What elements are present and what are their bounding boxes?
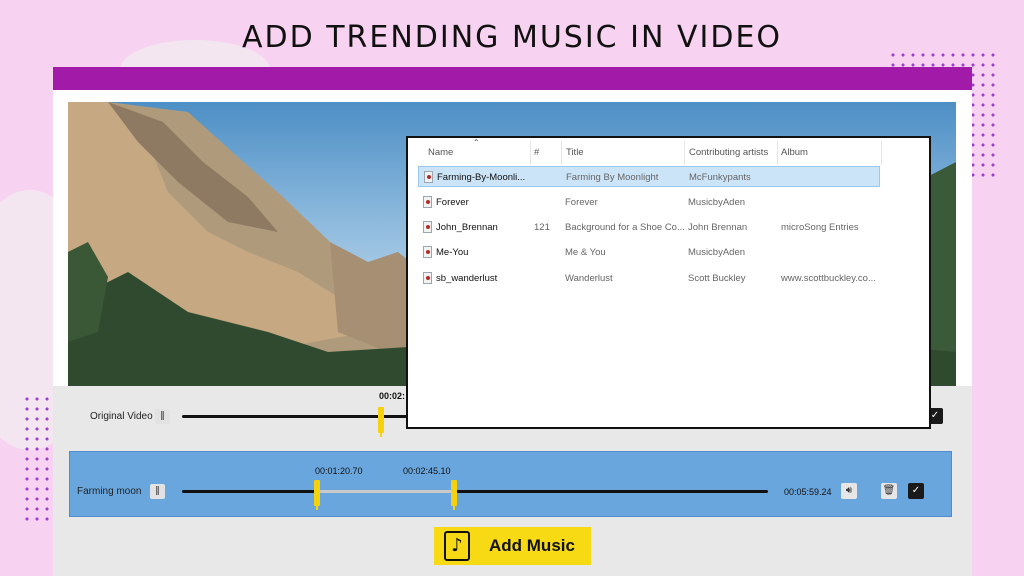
column-header-number[interactable]: #	[534, 147, 539, 158]
sort-up-icon: ⌃	[473, 138, 480, 147]
music-start-handle[interactable]	[314, 480, 320, 510]
music-file-list: Name ⌃ # Title Contributing artists Albu…	[406, 136, 931, 429]
track-title: Me & You	[565, 247, 606, 258]
track-title: Background for a Shoe Co...	[565, 222, 685, 233]
editor-title-bar	[53, 67, 972, 90]
add-music-button[interactable]: ♪ Add Music	[434, 527, 591, 565]
trash-icon[interactable]: 🗑︎	[881, 483, 897, 499]
track-artist: MusicbyAden	[688, 247, 746, 258]
track-album: www.scottbuckley.co...	[781, 273, 876, 284]
original-track-timeline[interactable]	[182, 415, 407, 418]
checkmark-icon[interactable]: ✓	[908, 483, 924, 499]
track-number: 121	[534, 222, 550, 233]
music-duration: 00:05:59.24	[784, 487, 832, 497]
audio-file-icon	[423, 246, 432, 258]
add-music-label: Add Music	[489, 536, 575, 555]
file-name: Forever	[436, 197, 469, 208]
track-artist: John Brennan	[688, 222, 748, 233]
audio-file-icon	[424, 171, 433, 183]
track-title: Forever	[565, 197, 598, 208]
column-header-title[interactable]: Title	[566, 147, 584, 158]
music-track-label: Farming moon	[77, 486, 142, 497]
original-track-label: Original Video	[90, 411, 153, 422]
track-title: Farming By Moonlight	[566, 172, 659, 183]
column-divider	[561, 141, 562, 165]
column-divider	[881, 141, 882, 165]
file-name: John_Brennan	[436, 222, 498, 233]
list-item[interactable]: Farming-By-Moonli... Farming By Moonligh…	[418, 166, 880, 187]
music-note-add-icon: ♪	[444, 531, 470, 561]
column-divider	[777, 141, 778, 165]
file-name: sb_wanderlust	[436, 273, 498, 284]
music-track: Farming moon ‖ 00:01:20.70 00:02:45.10 0…	[69, 451, 952, 517]
list-item[interactable]: sb_wanderlust Wanderlust Scott Buckley w…	[418, 268, 880, 289]
original-trim-handle[interactable]	[378, 407, 384, 437]
track-title: Wanderlust	[565, 273, 613, 284]
list-item[interactable]: John_Brennan 121 Background for a Shoe C…	[418, 217, 880, 238]
track-album: microSong Entries	[781, 222, 859, 233]
track-artist: MusicbyAden	[688, 197, 746, 208]
music-track-timeline[interactable]	[182, 490, 768, 493]
list-item[interactable]: Me-You Me & You MusicbyAden	[418, 242, 880, 263]
column-divider	[530, 141, 531, 165]
speaker-icon[interactable]: 🔊︎	[841, 483, 857, 499]
music-selected-range	[319, 490, 455, 493]
column-divider	[684, 141, 685, 165]
track-artist: McFunkypants	[689, 172, 751, 183]
column-header-name[interactable]: Name	[428, 147, 453, 158]
music-end-handle[interactable]	[451, 480, 457, 510]
column-header-artists[interactable]: Contributing artists	[689, 147, 768, 158]
pause-icon[interactable]: ‖	[150, 484, 165, 499]
page-title: ADD TRENDING MUSIC IN VIDEO	[241, 20, 783, 55]
audio-file-icon	[423, 196, 432, 208]
original-marker-time: 00:02:	[379, 391, 406, 401]
audio-file-icon	[423, 272, 432, 284]
list-item[interactable]: Forever Forever MusicbyAden	[418, 192, 880, 213]
dot-pattern	[22, 394, 52, 524]
pause-icon[interactable]: ‖	[155, 409, 170, 424]
music-start-time: 00:01:20.70	[315, 466, 363, 476]
file-name: Me-You	[436, 247, 469, 258]
music-end-time: 00:02:45.10	[403, 466, 451, 476]
track-artist: Scott Buckley	[688, 273, 746, 284]
audio-file-icon	[423, 221, 432, 233]
column-header-album[interactable]: Album	[781, 147, 808, 158]
file-name: Farming-By-Moonli...	[437, 172, 526, 183]
